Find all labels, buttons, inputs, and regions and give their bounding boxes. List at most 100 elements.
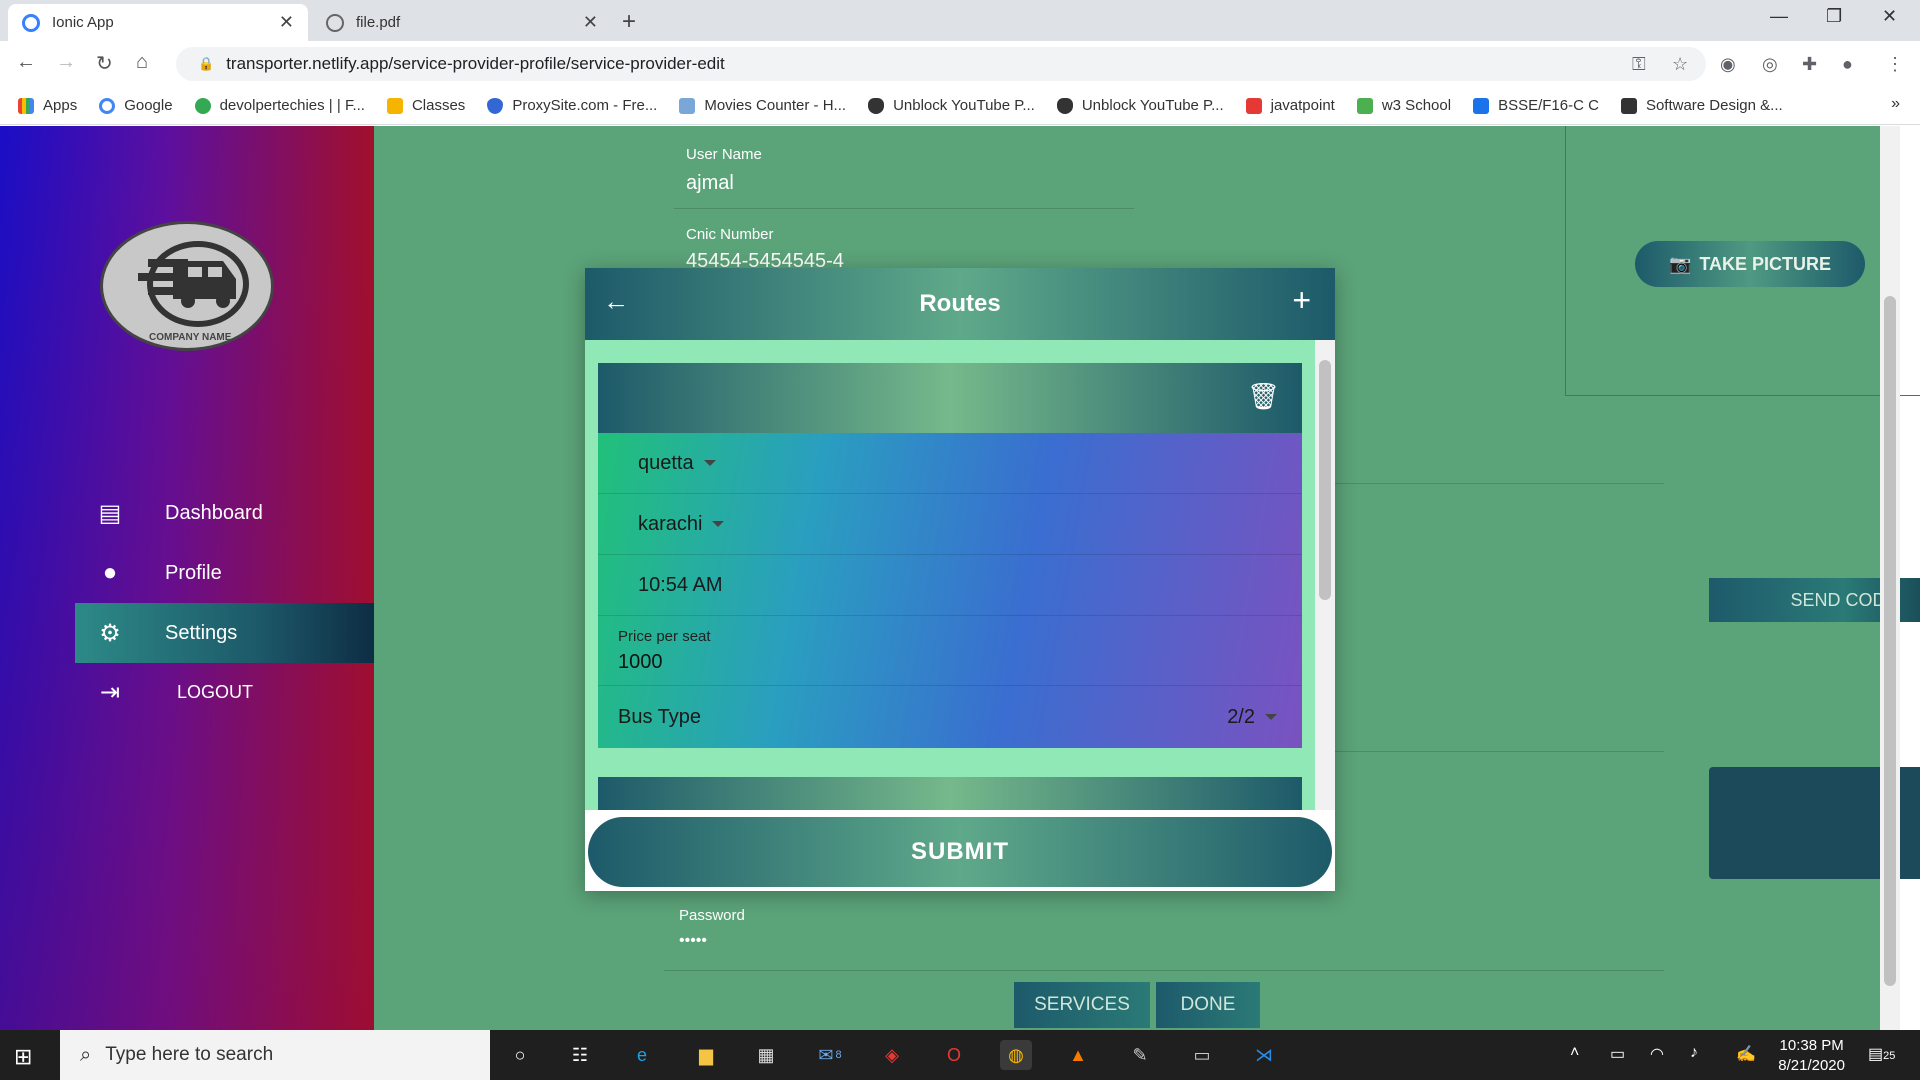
modal-scrollbar[interactable]: [1315, 340, 1335, 810]
take-picture-label: TAKE PICTURE: [1699, 253, 1832, 274]
url-text: transporter.netlify.app/service-provider…: [226, 54, 725, 73]
reload-icon[interactable]: ↻: [96, 51, 113, 76]
extension-icon-2[interactable]: ◎: [1762, 54, 1778, 75]
take-picture-button[interactable]: 📷 TAKE PICTURE: [1635, 241, 1865, 287]
taskbar-clock[interactable]: 10:38 PM 8/21/2020: [1778, 1036, 1845, 1076]
routes-modal: ← Routes + 🗑 quetta karachi 10:54 AM Pri…: [585, 268, 1335, 891]
done-button[interactable]: DONE: [1156, 982, 1260, 1028]
taskbar-search[interactable]: ⌕ Type here to search: [60, 1030, 490, 1080]
search-placeholder: Type here to search: [105, 1044, 274, 1065]
terminal-icon[interactable]: ▭: [1186, 1040, 1218, 1070]
bookmark[interactable]: w3 School: [1356, 97, 1452, 114]
scrollbar-thumb[interactable]: [1884, 296, 1896, 986]
lock-icon: 🔒: [198, 56, 215, 71]
sidebar-item-dashboard[interactable]: ▤ Dashboard: [75, 483, 374, 543]
bookmark[interactable]: ProxySite.com - Fre...: [487, 97, 657, 114]
bookmark[interactable]: Google: [99, 97, 173, 114]
store-icon[interactable]: ▦: [750, 1040, 782, 1070]
scrollbar-thumb[interactable]: [1319, 360, 1331, 600]
clock-time: 10:38 PM: [1779, 1037, 1844, 1054]
sidebar-item-profile[interactable]: ● Profile: [75, 543, 374, 603]
sidebar-item-logout[interactable]: ⇥ LOGOUT: [75, 662, 374, 722]
chevron-right-icon[interactable]: »: [1891, 95, 1900, 113]
movies-icon: [679, 97, 696, 114]
camera-icon: 📷: [1668, 253, 1692, 274]
bookmark[interactable]: Software Design &...: [1620, 97, 1783, 114]
chevron-up-icon[interactable]: ˄: [1570, 1044, 1579, 1062]
windows-start-icon[interactable]: ⊞: [14, 1044, 32, 1070]
bookmark[interactable]: Movies Counter - H...: [679, 97, 846, 114]
sidebar-item-settings[interactable]: ⚙ Settings: [75, 603, 374, 663]
add-icon[interactable]: +: [1292, 282, 1311, 319]
bookmark[interactable]: Apps: [18, 97, 77, 114]
edge-icon[interactable]: e: [626, 1040, 658, 1070]
modal-header: ← Routes +: [585, 268, 1335, 340]
bus-type-value-wrap: 2/2: [1227, 706, 1277, 729]
password-field[interactable]: •••••: [679, 932, 707, 950]
close-icon[interactable]: ✕: [583, 12, 598, 33]
page-scrollbar[interactable]: [1880, 126, 1900, 1030]
home-icon[interactable]: ⌂: [136, 51, 148, 74]
submit-button[interactable]: SUBMIT: [588, 817, 1332, 887]
opera-icon[interactable]: O: [938, 1040, 970, 1070]
bus-type-select[interactable]: Bus Type 2/2: [598, 686, 1302, 748]
extension-icon[interactable]: ◉: [1720, 54, 1736, 75]
paint-icon[interactable]: ✎: [1124, 1040, 1156, 1070]
tab-ionic-app[interactable]: Ionic App ✕: [8, 4, 308, 41]
address-bar[interactable]: 🔒 transporter.netlify.app/service-provid…: [176, 47, 1706, 81]
wifi-icon[interactable]: ◠: [1650, 1044, 1664, 1064]
avatar[interactable]: ●: [1842, 54, 1853, 75]
to-city-select[interactable]: karachi: [598, 494, 1302, 555]
key-icon[interactable]: ⚿: [1632, 54, 1646, 75]
modal-body: 🗑 quetta karachi 10:54 AM Price per seat…: [585, 340, 1315, 810]
mail-icon[interactable]: ✉ 8: [814, 1040, 846, 1070]
notification-icon[interactable]: ▤25: [1868, 1044, 1895, 1064]
bookmark[interactable]: BSSE/F16-C C: [1473, 97, 1599, 114]
bookmark-label: w3 School: [1381, 97, 1452, 114]
vscode-icon[interactable]: ⋊: [1248, 1040, 1280, 1070]
from-city-select[interactable]: quetta: [598, 433, 1302, 494]
price-field[interactable]: Price per seat 1000: [598, 616, 1302, 686]
puzzle-icon[interactable]: ✚: [1802, 54, 1817, 75]
file-explorer-icon[interactable]: ▆: [690, 1040, 722, 1070]
pen-icon[interactable]: ✍: [1736, 1044, 1756, 1064]
window-close-icon[interactable]: ✕: [1882, 6, 1897, 27]
company-logo: COMPANY NAME: [100, 221, 274, 351]
forward-icon[interactable]: →: [56, 51, 76, 74]
bookmark[interactable]: Classes: [386, 97, 465, 114]
vlc-icon[interactable]: ▲: [1062, 1040, 1094, 1070]
bookmark[interactable]: devolpertechies | | F...: [194, 97, 365, 114]
bookmark[interactable]: javatpoint: [1245, 97, 1335, 114]
bus-type-label: Bus Type: [618, 705, 702, 728]
menu-icon[interactable]: ⋮: [1886, 54, 1904, 75]
minimize-icon[interactable]: —: [1770, 6, 1788, 27]
gear-icon: ⚙: [99, 619, 121, 647]
bookmark-label: BSSE/F16-C C: [1498, 97, 1599, 114]
clock-date: 8/21/2020: [1778, 1057, 1845, 1074]
services-button[interactable]: SERVICES: [1014, 982, 1150, 1028]
tab-file-pdf[interactable]: file.pdf ✕: [312, 4, 612, 41]
close-icon[interactable]: ✕: [279, 12, 294, 33]
notification-count: 25: [1883, 1050, 1896, 1062]
volume-icon[interactable]: ♪: [1690, 1044, 1698, 1062]
star-icon[interactable]: ☆: [1672, 54, 1688, 75]
bookmark[interactable]: Unblock YouTube P...: [1056, 97, 1224, 114]
chrome-icon[interactable]: ◍: [1000, 1040, 1032, 1070]
bookmark[interactable]: Unblock YouTube P...: [868, 97, 1035, 114]
trash-icon[interactable]: 🗑: [1247, 381, 1280, 412]
username-field[interactable]: ajmal: [686, 172, 734, 195]
back-icon[interactable]: ←: [16, 51, 36, 74]
person-icon: ●: [102, 559, 118, 586]
javatpoint-icon: [1245, 97, 1262, 114]
time-picker[interactable]: 10:54 AM: [598, 555, 1302, 616]
task-view-icon[interactable]: ☷: [564, 1040, 596, 1070]
battery-icon[interactable]: ▭: [1610, 1044, 1625, 1064]
restore-icon[interactable]: ❐: [1826, 6, 1842, 27]
app-icon[interactable]: ◈: [876, 1040, 908, 1070]
bookmark-label: Google: [124, 97, 173, 114]
cortana-icon[interactable]: ○: [504, 1040, 536, 1070]
browser-toolbar: ← → ↻ ⌂ 🔒 transporter.netlify.app/servic…: [0, 41, 1920, 87]
sidebar-item-label: Settings: [165, 621, 238, 644]
new-tab-icon[interactable]: +: [622, 8, 636, 36]
bookmark-label: Apps: [43, 97, 78, 114]
